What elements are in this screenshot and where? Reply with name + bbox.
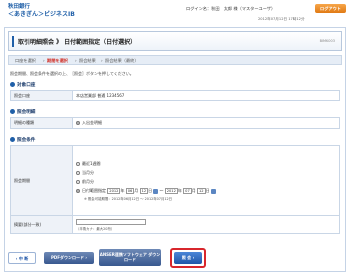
from-day-select[interactable]: 12 bbox=[139, 188, 149, 194]
from-year-select[interactable]: 2012 bbox=[107, 188, 121, 194]
instruction-text: 照会期間、照会条件を選択の上、［照会］ボタンを押してください。 bbox=[10, 71, 134, 76]
screen-code: BIMK003 bbox=[319, 39, 335, 43]
step-indicator: 口座を選択 › 期間を選択 › 照会結果 › 照会結果（最終） bbox=[8, 55, 342, 65]
step-3: 照会結果 bbox=[79, 58, 96, 63]
option-date-range[interactable]: 日付範囲指定 2012 年 06 月 12 日 〜 2012 年 07 月 12 日 bbox=[76, 186, 336, 195]
option-this-month[interactable]: 当月分 bbox=[76, 168, 336, 177]
submit-button[interactable]: 照 会 › bbox=[174, 252, 202, 264]
section-heading-conditions: 照会条件 bbox=[10, 137, 35, 143]
bullet-icon bbox=[10, 137, 15, 142]
bullet-icon bbox=[10, 109, 15, 114]
details-option[interactable]: 入出金明細 bbox=[72, 117, 340, 129]
note-label: 摘要(部分一致) bbox=[10, 215, 73, 234]
pdf-download-button[interactable]: PDFダウンロード › bbox=[44, 252, 94, 264]
details-radio[interactable] bbox=[76, 120, 80, 125]
page-title: 取引明細照会 》 日付範囲指定（日付選択） bbox=[18, 39, 137, 46]
to-month-select[interactable]: 07 bbox=[183, 188, 192, 194]
main-content: 取引明細照会 》 日付範囲指定（日付選択） BIMK003 口座を選択 › 期間… bbox=[4, 27, 346, 272]
note-input[interactable] bbox=[76, 218, 146, 225]
calendar-icon[interactable] bbox=[153, 188, 159, 194]
section-heading-details: 照会明細 bbox=[10, 109, 35, 115]
calendar-icon[interactable] bbox=[210, 188, 216, 194]
bank-name: 秋田銀行 bbox=[8, 4, 31, 10]
logout-button[interactable]: ログアウト bbox=[315, 4, 346, 13]
to-year-select[interactable]: 2012 bbox=[164, 188, 178, 194]
chevron-right-icon: › bbox=[83, 255, 88, 260]
service-name: ＜あきぎん＞ビジネスIB bbox=[8, 11, 75, 18]
note-cell: （半角カナ：最大20桁） bbox=[72, 215, 340, 234]
to-day-select[interactable]: 12 bbox=[197, 188, 206, 194]
range-note: ※ 照会可能期間：2012年06月12日 〜 2012年07月12日 bbox=[84, 197, 173, 201]
section-heading-account: 対象口座 bbox=[10, 82, 35, 88]
step-1: 口座を選択 bbox=[15, 58, 36, 63]
option-last-week[interactable]: 最近1週間 bbox=[76, 159, 336, 168]
account-value: 本店営業部 普通 1234567 bbox=[72, 90, 340, 101]
step-4: 照会結果（最終） bbox=[105, 58, 139, 63]
account-table: 照会口座 本店営業部 普通 1234567 bbox=[10, 90, 340, 101]
bank-logo: 秋田銀行 ＜あきぎん＞ビジネスIB bbox=[8, 4, 75, 19]
account-label: 照会口座 bbox=[10, 90, 73, 101]
page-title-bar: 取引明細照会 》 日付範囲指定（日付選択） BIMK003 bbox=[8, 31, 342, 51]
login-info: ログイン名：秋田 太郎 様（マスターユーザ） bbox=[186, 6, 276, 11]
title-accent bbox=[12, 36, 14, 47]
anser-download-button[interactable]: ANSER連携ソフトウェア ダウンロード bbox=[99, 249, 161, 266]
period-label: 照会期間 bbox=[10, 145, 73, 216]
details-label: 明細の種類 bbox=[10, 117, 73, 129]
period-options: 最近1週間 当月分 前月分 日付範囲指定 2012 年 06 月 12 日 〜 201… bbox=[72, 145, 340, 216]
chevron-right-icon: › bbox=[191, 255, 195, 260]
bullet-icon bbox=[10, 82, 15, 87]
option-last-month[interactable]: 前月分 bbox=[76, 177, 336, 186]
details-table: 明細の種類 入出金明細 bbox=[10, 117, 340, 129]
from-month-select[interactable]: 06 bbox=[125, 188, 135, 194]
current-datetime: 2012年07月12日 17時12分 bbox=[258, 17, 305, 21]
note-hint: （半角カナ：最大20桁） bbox=[76, 226, 115, 231]
conditions-table: 照会期間 最近1週間 当月分 前月分 日付範囲指定 2012 年 06 月 12 日 … bbox=[10, 145, 340, 234]
back-button[interactable]: ‹ 中 断 bbox=[8, 252, 36, 264]
step-2-current: 期間を選択 bbox=[47, 58, 68, 63]
header: 秋田銀行 ＜あきぎん＞ビジネスIB ログイン名：秋田 太郎 様（マスターユーザ）… bbox=[0, 0, 350, 24]
